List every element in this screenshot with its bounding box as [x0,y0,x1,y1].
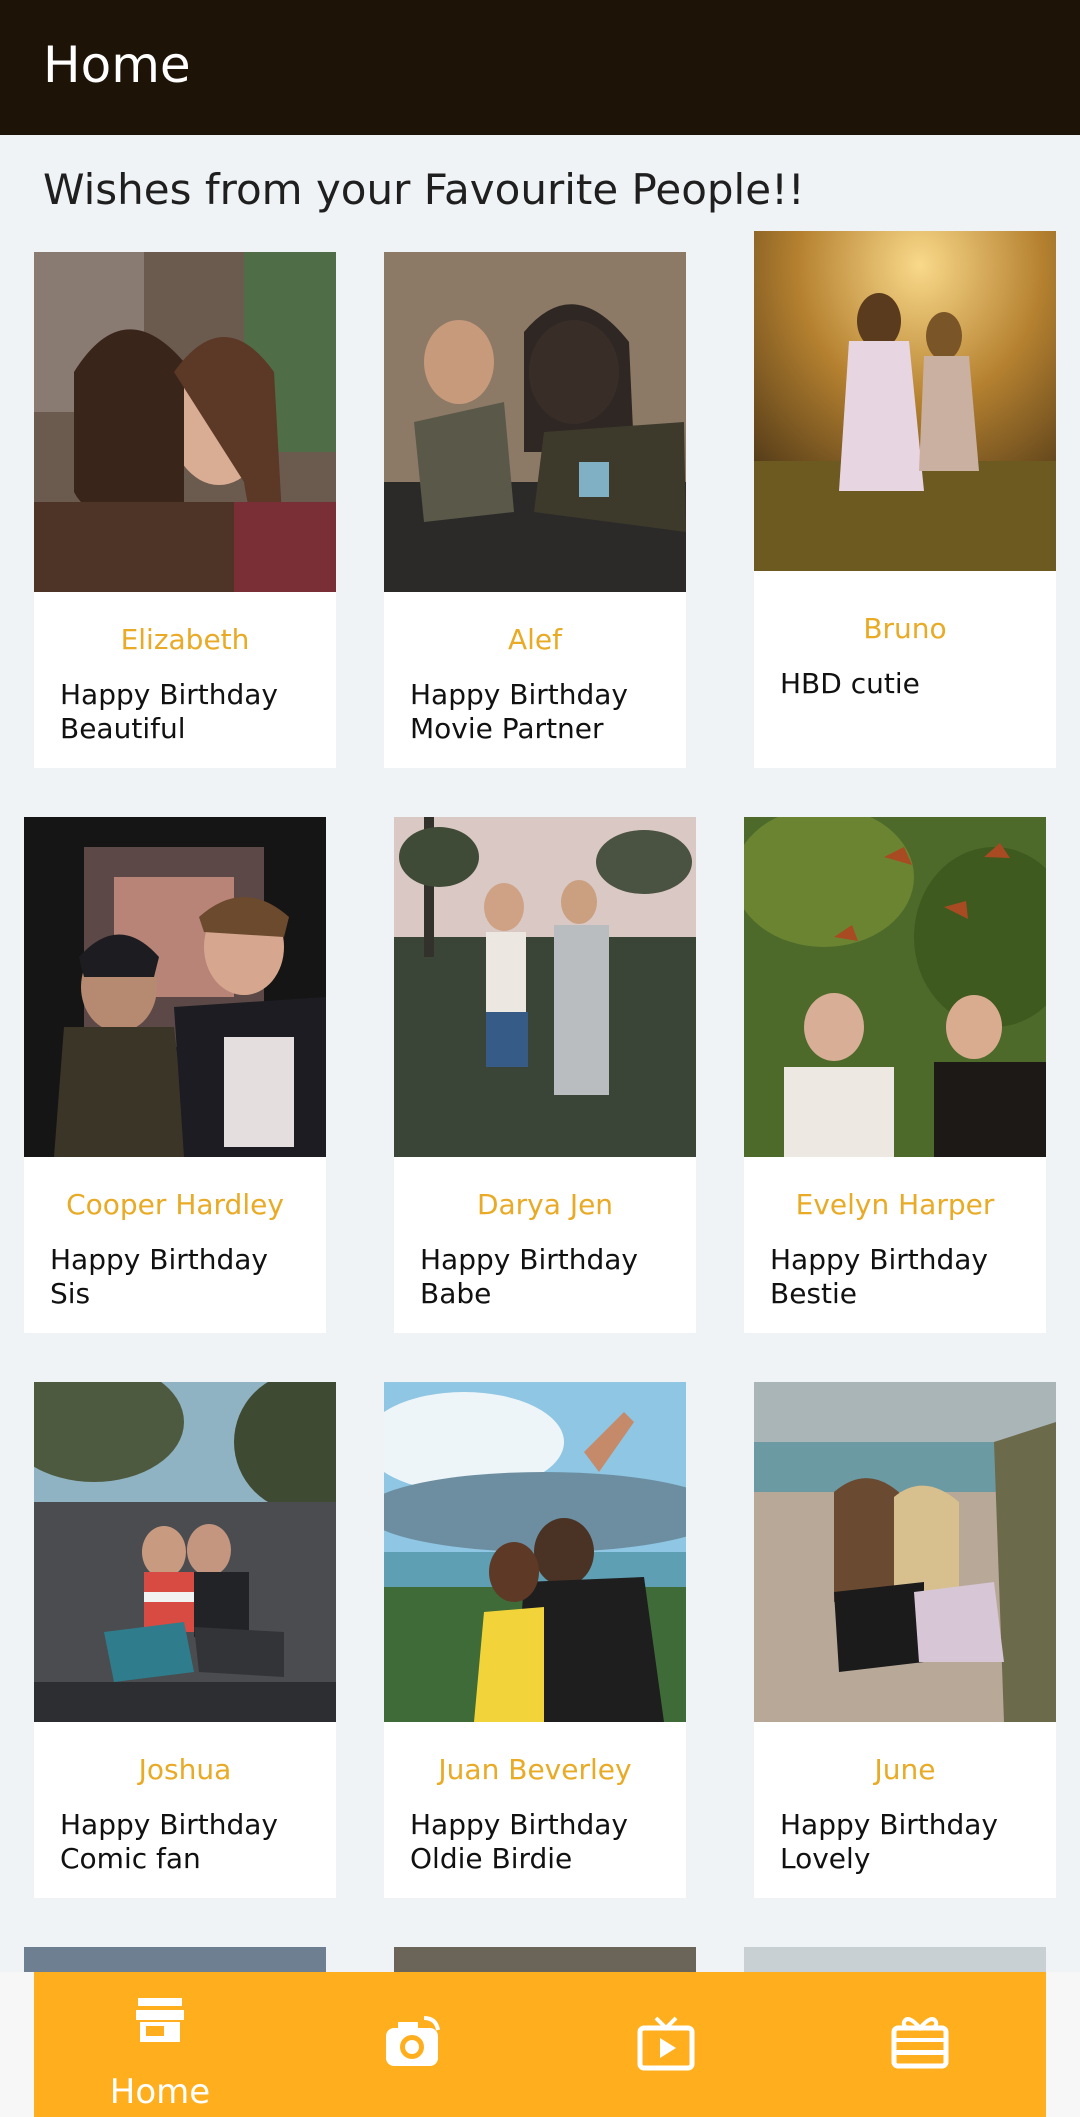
wish-photo [384,252,686,592]
nav-tv[interactable] [566,1972,766,2117]
sender-name: Elizabeth [120,623,250,656]
app-bar: Home [0,0,1080,135]
wish-photo [34,252,336,592]
sender-name: June [874,1753,936,1786]
wish-message: Happy Birthday Bestie [770,1243,988,1310]
wish-photo [754,1382,1056,1722]
sender-name: Darya Jen [476,1188,614,1221]
sender-name: Evelyn Harper [795,1188,995,1221]
wish-message: Happy Birthday Comic fan [60,1808,278,1875]
sender-name: Juan Beverley [438,1753,632,1786]
store-icon [136,1998,184,2042]
nav-home[interactable]: Home [60,1972,260,2117]
camera-icon [386,2016,440,2066]
wish-message: HBD cutie [780,667,920,700]
gift-card-icon [891,2017,949,2069]
wish-card-alef[interactable]: Alef Happy Birthday Movie Partner [384,252,686,768]
sender-name: Cooper Hardley [66,1188,284,1221]
wish-message: Happy Birthday Beautiful [60,678,278,745]
nav-margin [1046,1972,1080,2117]
wish-photo [394,817,696,1157]
section-heading: Wishes from your Favourite People!! [43,165,805,214]
wish-card-darya-jen[interactable]: Darya Jen Happy Birthday Babe [394,817,696,1333]
wish-card-juan-beverley[interactable]: Juan Beverley Happy Birthday Oldie Birdi… [384,1382,686,1898]
wish-message: Happy Birthday Oldie Birdie [410,1808,628,1875]
wish-card-bruno[interactable]: Bruno HBD cutie [754,231,1056,768]
wish-photo [384,1382,686,1722]
page-title: Home [43,36,191,94]
wish-photo [34,1382,336,1722]
bottom-navigation: Home [34,1972,1046,2117]
sender-name: Alef [507,623,563,656]
wish-message: Happy Birthday Movie Partner [410,678,628,745]
wish-photo [754,231,1056,571]
nav-camera[interactable] [312,1972,512,2117]
nav-margin [0,1972,34,2117]
wish-message: Happy Birthday Babe [420,1243,638,1310]
wish-card-elizabeth[interactable]: Elizabeth Happy Birthday Beautiful [34,252,336,768]
tv-play-icon [637,2016,695,2071]
wish-message: Happy Birthday Lovely [780,1808,998,1875]
wish-card-june[interactable]: June Happy Birthday Lovely [754,1382,1056,1898]
wish-message: Happy Birthday Sis [50,1243,268,1310]
wish-card-evelyn-harper[interactable]: Evelyn Harper Happy Birthday Bestie [744,817,1046,1333]
sender-name: Joshua [138,1753,232,1786]
wish-card-joshua[interactable]: Joshua Happy Birthday Comic fan [34,1382,336,1898]
wish-photo [744,817,1046,1157]
nav-gifts[interactable] [820,1972,1020,2117]
nav-home-label: Home [109,2072,211,2112]
sender-name: Bruno [863,612,947,645]
wish-card-cooper-hardley[interactable]: Cooper Hardley Happy Birthday Sis [24,817,326,1333]
wish-photo [24,817,326,1157]
